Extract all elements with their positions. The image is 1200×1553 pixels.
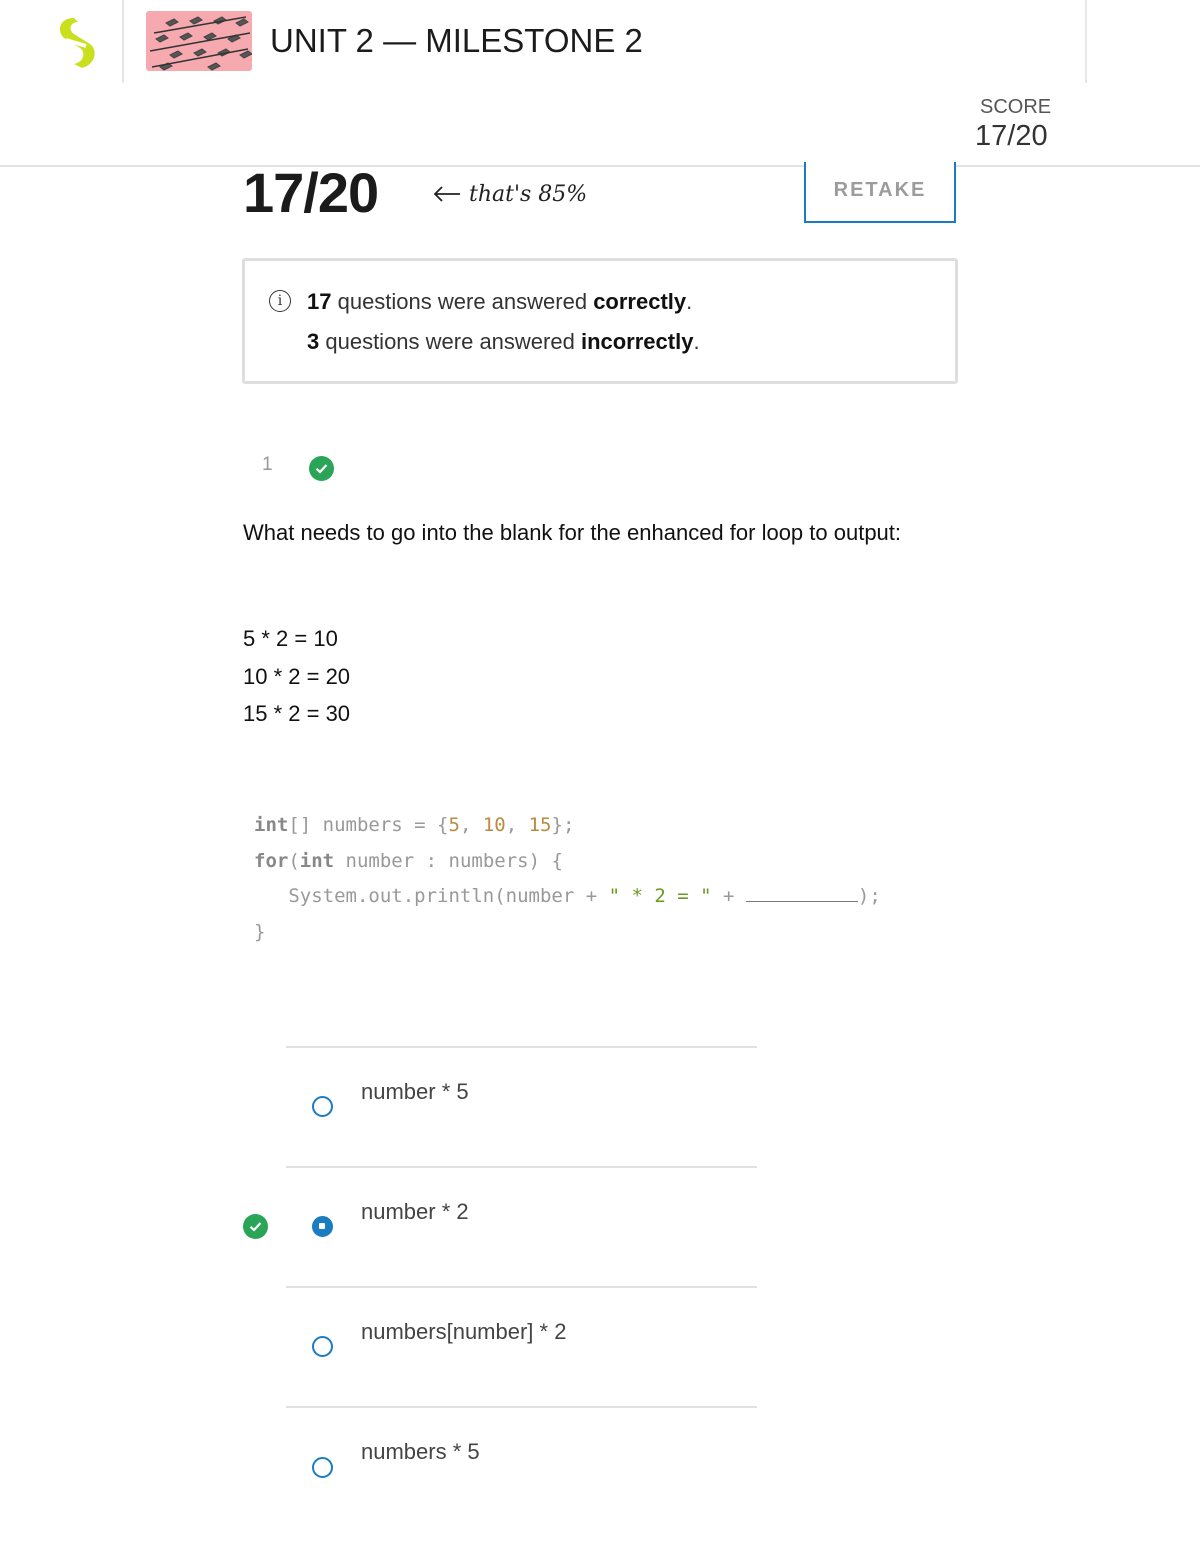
option-divider [286,1046,757,1048]
score-value: 17/20 [975,120,1048,152]
info-icon: i [269,290,291,312]
code-blank [745,882,858,902]
percent-text: that's 85% [469,182,588,207]
option-divider [286,1286,757,1288]
score-label: SCORE [980,96,1052,118]
code-block: int[] numbers = {5, 10, 15}; for(int num… [254,814,881,943]
page-title: UNIT 2 — MILESTONE 2 [270,22,643,59]
expected-output: 5 * 2 = 10 10 * 2 = 20 15 * 2 = 30 [243,620,350,733]
option-label[interactable]: number * 2 [361,1199,469,1225]
option-label[interactable]: numbers[number] * 2 [361,1319,566,1345]
option-label[interactable]: numbers * 5 [361,1439,480,1465]
question-prompt: What needs to go into the blank for the … [243,520,902,545]
unit-thumbnail [146,11,252,71]
arrow-left-icon [433,186,461,202]
question-number: 1 [262,454,273,475]
option-radio[interactable] [312,1336,333,1357]
summary-correct: 17 questions were answered correctly. [307,289,693,314]
summary-incorrect: 3 questions were answered incorrectly. [307,329,700,354]
correct-answer-check-icon [243,1214,268,1239]
output-line: 15 * 2 = 30 [243,701,351,726]
option-radio[interactable] [312,1457,333,1478]
results-summary: i 17 questions were answered correctly. … [242,258,958,384]
top-header: UNIT 2 — MILESTONE 2 SCORE 17/20 [0,0,1200,167]
sophia-logo-icon[interactable] [52,14,100,70]
option-divider [286,1166,757,1168]
correct-check-icon [309,456,334,481]
percent-note: that's 85% [432,182,587,207]
option-radio[interactable] [312,1096,333,1117]
option-label[interactable]: number * 5 [361,1079,469,1105]
header-divider-right [1085,0,1087,83]
output-line: 5 * 2 = 10 [243,626,338,651]
output-line: 10 * 2 = 20 [243,663,351,689]
header-divider [122,0,124,83]
big-score: 17/20 [243,161,379,224]
option-radio-selected[interactable] [312,1216,333,1237]
retake-button[interactable]: RETAKE [804,162,956,223]
option-divider [286,1406,757,1408]
